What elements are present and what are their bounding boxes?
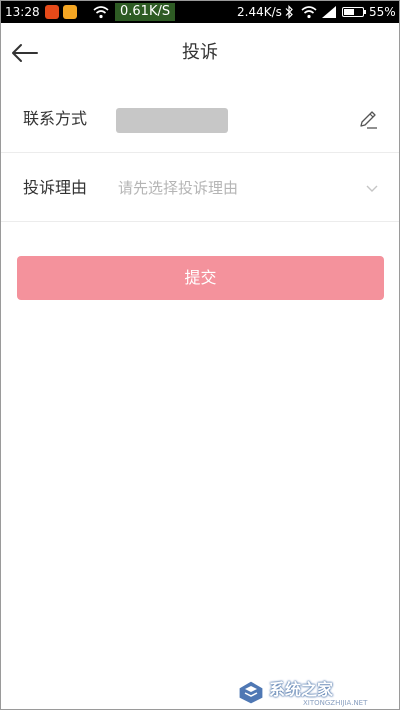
battery-icon [342, 7, 366, 17]
network-speed: 2.44K/s [237, 5, 282, 19]
contact-value-redacted [116, 108, 228, 133]
app-header: 投诉 [1, 23, 399, 83]
contact-row: 联系方式 [1, 85, 399, 153]
battery-percent: 55% [369, 5, 396, 19]
chevron-down-icon [366, 185, 378, 192]
battery-level [344, 9, 354, 15]
pencil-icon[interactable] [357, 109, 379, 131]
watermark-logo [238, 680, 264, 705]
page-title: 投诉 [182, 42, 218, 63]
contact-label: 联系方式 [23, 109, 88, 128]
status-bar: 13:28 0.61K/S 2.44K/s 55% [1, 1, 399, 23]
network-speed-badge: 0.61K/S [115, 3, 176, 21]
reason-select[interactable]: 请先选择投诉理由 [111, 164, 389, 212]
notes-app-icon [63, 5, 77, 19]
cell-signal-icon [322, 6, 336, 18]
phone-screen: 13:28 0.61K/S 2.44K/s 55% 投诉 联系方式 投诉理由 请… [0, 0, 400, 710]
status-time: 13:28 [5, 5, 40, 19]
bluetooth-icon [285, 5, 293, 19]
watermark: 系统之家 XITONGZHIJIA.NET [237, 677, 393, 707]
watermark-text: 系统之家 [269, 680, 334, 699]
wifi-signal-icon [301, 6, 317, 19]
reason-placeholder: 请先选择投诉理由 [118, 179, 239, 197]
reason-row: 投诉理由 请先选择投诉理由 [1, 154, 399, 222]
wifi-icon [93, 6, 109, 19]
reason-label: 投诉理由 [23, 178, 88, 197]
submit-button[interactable]: 提交 [17, 256, 384, 300]
watermark-url: XITONGZHIJIA.NET [303, 699, 368, 707]
weibo-app-icon [45, 5, 59, 19]
